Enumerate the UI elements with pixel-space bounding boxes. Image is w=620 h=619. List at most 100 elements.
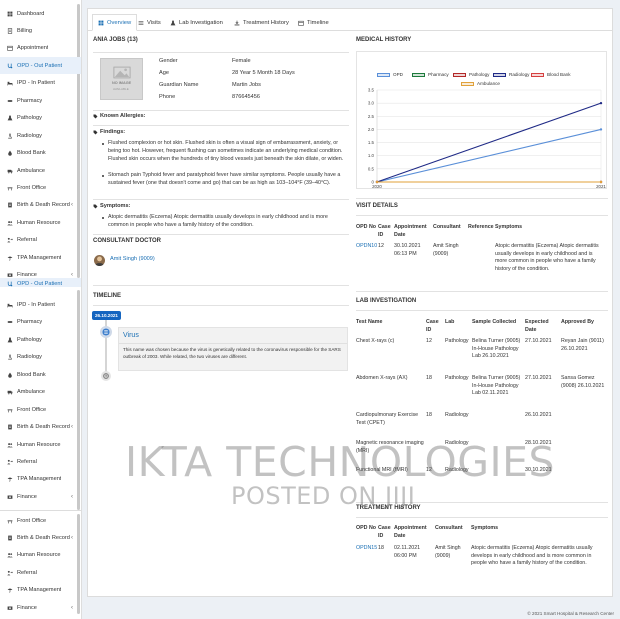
umbrella-icon (6, 476, 13, 483)
sidebar-item-finance[interactable]: Finance ‹ (0, 599, 81, 616)
sidebar-item-pharmacy[interactable]: Pharmacy (0, 92, 81, 109)
sidebar-item-tpa-management[interactable]: TPA Management (0, 471, 81, 488)
findings-row: Findings: (93, 129, 125, 135)
sidebar-item-front-office[interactable]: Front Office (0, 180, 81, 197)
tag-icon (93, 204, 98, 208)
table-cell: Cardiopulmonary Exercise Test (CPET) (356, 412, 419, 426)
sidebar-item-appointment[interactable]: Appointment (0, 40, 81, 57)
sidebar-item-human-resource[interactable]: Human Resource (0, 436, 81, 453)
th-icon (98, 20, 104, 25)
users-icon (6, 221, 13, 226)
referral-icon (6, 570, 13, 576)
sidebar-item-ambulance[interactable]: Ambulance (0, 162, 81, 179)
sidebar-item-human-resource[interactable]: Human Resource (0, 214, 81, 231)
data-point[interactable] (599, 180, 603, 184)
chevron-left-icon: ‹ (71, 493, 73, 500)
list-item: Stomach pain Typhoid fever and paratypho… (108, 172, 341, 186)
sidebar-item-human-resource[interactable]: Human Resource (0, 547, 81, 564)
pills-icon (6, 319, 13, 326)
records-icon (6, 202, 13, 209)
table-cell[interactable]: OPDN10 (356, 243, 378, 251)
stethoscope-icon (7, 281, 12, 286)
tab-timeline[interactable]: Timeline (293, 14, 334, 31)
finance-icon (7, 495, 12, 499)
sidebar-item-label: OPD - Out Patient (17, 62, 63, 69)
x-tick-label: 2020 (372, 184, 382, 188)
sidebar-item-pathology[interactable]: Pathology (0, 331, 81, 348)
consultant-name-link[interactable]: Amit Singh (9009) (110, 256, 155, 262)
timeline-end-icon (101, 371, 111, 381)
bullet-icon (102, 142, 104, 145)
column-header: Case ID (378, 525, 391, 539)
column-header: Expected Date (525, 319, 549, 333)
divider (93, 52, 349, 53)
sidebar-item-label: Human Resource (17, 219, 61, 226)
sidebar-item-ipd-in-patient[interactable]: IPD - In Patient (0, 75, 81, 92)
sidebar-item-label: TPA Management (17, 587, 62, 594)
column-header: Case ID (378, 224, 391, 238)
data-point[interactable] (375, 180, 379, 184)
bed-icon (6, 82, 13, 86)
tab-visits[interactable]: Visits (133, 14, 166, 31)
tab-overview[interactable]: Overview (92, 14, 138, 31)
medical-history-line-chart: 00.51.01.52.02.53.03.52020 2021 (368, 88, 606, 189)
tab-treatment-history[interactable]: Treatment History (229, 14, 294, 31)
findings-label: Findings: (100, 129, 126, 135)
sidebar-item-front-office[interactable]: Front Office (0, 512, 81, 529)
timeline-date: 26.10.2021 (95, 313, 118, 318)
ambulance-icon (6, 389, 13, 396)
sidebar-item-label: Referral (17, 569, 37, 576)
sidebar-item-label: Birth & Death Record (17, 424, 70, 431)
sidebar-item-pathology[interactable]: Pathology (0, 110, 81, 127)
sidebar-item-radiology[interactable]: Radiology (0, 349, 81, 366)
table-cell[interactable]: OPDN15 (356, 545, 378, 553)
table-cell: 26.10.2021 (525, 412, 552, 418)
sidebar-item-opd-out-patient[interactable]: OPD - Out Patient (0, 278, 81, 287)
tab-lab-investigation[interactable]: Lab Investigation (165, 14, 228, 31)
sidebar-item-tpa-management[interactable]: TPA Management (0, 582, 81, 599)
sidebar-item-referral[interactable]: Referral (0, 564, 81, 581)
field-value: Female (232, 58, 251, 64)
chevron-left-icon: ‹ (71, 604, 73, 611)
field-value: 876645456 (232, 94, 260, 100)
column-header: Appointment Date (394, 525, 427, 539)
data-point[interactable] (599, 101, 603, 105)
table-cell: Atopic dermatitis (Eczema) Atopic dermat… (495, 243, 599, 272)
sidebar-item-radiology[interactable]: Radiology (0, 127, 81, 144)
sidebar-item-front-office[interactable]: Front Office (0, 401, 81, 418)
sidebar-item-pharmacy[interactable]: Pharmacy (0, 314, 81, 331)
bed-icon (6, 301, 13, 308)
table-cell: 12 (426, 338, 432, 344)
bullet-icon (102, 174, 104, 177)
sidebar-item-label: Human Resource (17, 441, 61, 448)
ambulance-icon (7, 169, 12, 173)
data-point[interactable] (599, 128, 603, 131)
sidebar-item-dashboard[interactable]: Dashboard (0, 5, 81, 22)
column-header: Reference (468, 224, 494, 230)
referral-icon (6, 237, 13, 244)
th-icon (98, 20, 107, 26)
sidebar-item-birth-death-record[interactable]: Birth & Death Record ‹ (0, 529, 81, 546)
records-icon (6, 534, 13, 541)
table-cell: Amit Singh (9009) (435, 545, 461, 559)
sidebar-item-birth-death-record[interactable]: Birth & Death Record ‹ (0, 197, 81, 214)
divider (93, 110, 349, 111)
sidebar-item-billing[interactable]: Billing (0, 22, 81, 39)
sidebar-item-birth-death-record[interactable]: Birth & Death Record ‹ (0, 419, 81, 436)
patient-name-heading: ANIA JOBS (13) (93, 37, 138, 43)
sidebar-item-tpa-management[interactable]: TPA Management (0, 249, 81, 266)
referral-icon (6, 459, 13, 466)
desk-icon (6, 406, 13, 413)
sidebar-item-referral[interactable]: Referral (0, 232, 81, 249)
table-cell: Atopic dermatitis (Eczema) Atopic dermat… (471, 545, 593, 567)
sidebar-item-blood-bank[interactable]: Blood Bank (0, 145, 81, 162)
sidebar-item-ambulance[interactable]: Ambulance (0, 384, 81, 401)
sidebar-item-label: Pathology (17, 115, 42, 122)
timeline-entry-title[interactable]: Virus (123, 332, 139, 339)
sidebar-item-finance[interactable]: Finance ‹ (0, 488, 81, 505)
sidebar-item-referral[interactable]: Referral (0, 454, 81, 471)
sidebar-item-ipd-in-patient[interactable]: IPD - In Patient (0, 296, 81, 313)
sidebar-item-blood-bank[interactable]: Blood Bank (0, 366, 81, 383)
column-header: Symptoms (495, 224, 523, 230)
sidebar-item-opd-out-patient[interactable]: OPD - Out Patient (0, 57, 81, 75)
